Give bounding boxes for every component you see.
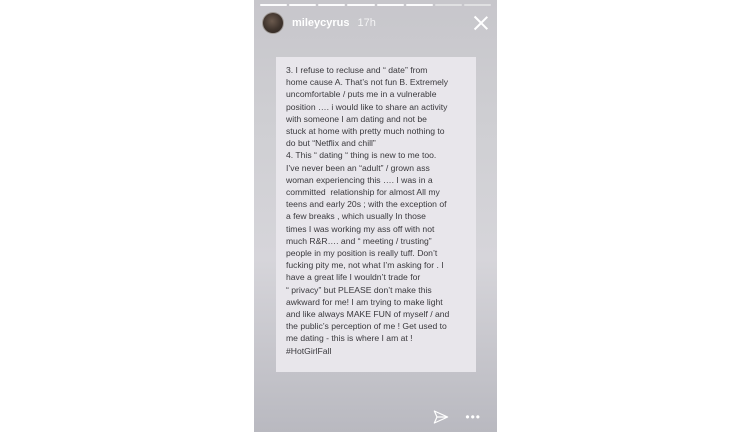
progress-segment [289, 4, 317, 6]
progress-segment [260, 4, 288, 6]
story-viewer: mileycyrus 17h 3. I refuse to recluse an… [254, 0, 497, 432]
username[interactable]: mileycyrus [292, 17, 349, 29]
story-progress-bar [260, 4, 491, 6]
timestamp: 17h [357, 17, 376, 29]
progress-segment [318, 4, 346, 6]
close-icon[interactable] [473, 15, 489, 31]
progress-segment [463, 4, 491, 6]
story-text-note: 3. I refuse to recluse and “ date” from … [276, 57, 476, 372]
progress-segment [347, 4, 375, 6]
progress-segment [405, 4, 433, 6]
progress-segment [376, 4, 404, 6]
send-icon[interactable] [433, 409, 449, 425]
avatar[interactable] [262, 12, 284, 34]
story-footer: ••• [254, 408, 497, 426]
story-header: mileycyrus 17h [262, 12, 489, 34]
progress-segment [434, 4, 462, 6]
more-icon[interactable]: ••• [465, 411, 481, 423]
